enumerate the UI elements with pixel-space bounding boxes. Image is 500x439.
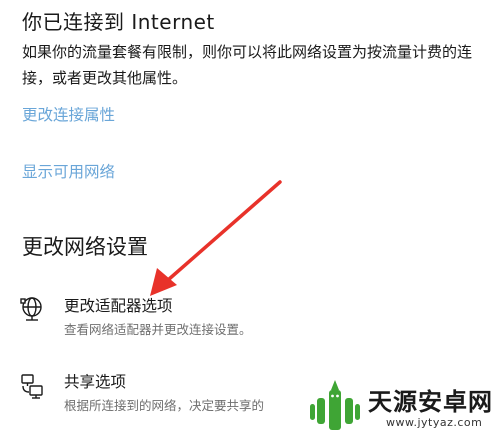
change-connection-properties-link[interactable]: 更改连接属性 [22,103,115,125]
option-subtitle: 根据所连接到的网络，决定要共享的 [64,398,265,413]
sharing-options-item[interactable]: 共享选项 根据所连接到的网络，决定要共享的 [20,370,320,420]
option-subtitle: 查看网络适配器并更改连接设置。 [64,322,252,337]
watermark-site-url: www.jytyaz.com [386,416,483,429]
android-logo-icon [310,380,360,430]
option-title: 更改适配器选项 [64,297,173,315]
network-status-page: 你已连接到 Internet 如果你的流量套餐有限制，则你可以将此网络设置为按流… [0,0,500,439]
show-available-networks-link[interactable]: 显示可用网络 [22,160,115,182]
network-adapter-icon [20,297,42,321]
connection-status-heading: 你已连接到 Internet [22,10,215,34]
change-network-settings-title: 更改网络设置 [22,235,148,259]
option-title: 共享选项 [64,373,127,391]
sharing-icon [21,374,43,399]
change-adapter-options-item[interactable]: 更改适配器选项 查看网络适配器并更改连接设置。 [20,294,320,344]
watermark-site-name: 天源安卓网 [368,388,493,416]
metered-connection-description: 如果你的流量套餐有限制，则你可以将此网络设置为按流量计费的连接，或者更改其他属性… [22,43,473,87]
site-watermark: 天源安卓网 www.jytyaz.com [306,372,500,439]
